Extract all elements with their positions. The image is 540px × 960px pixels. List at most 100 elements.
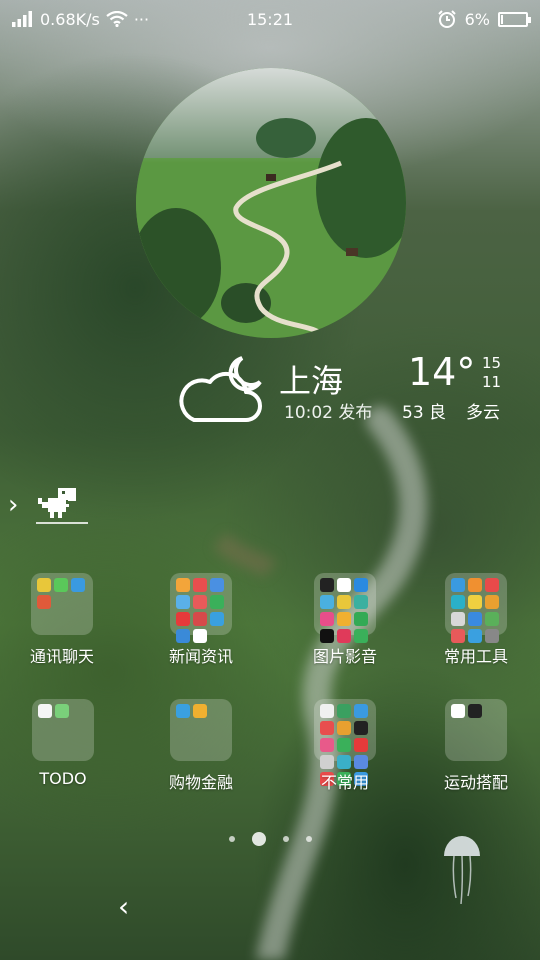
app-mini-icon (193, 595, 207, 609)
battery-percent: 6% (464, 9, 490, 29)
folder-icon-grid (445, 573, 507, 643)
folder-label: TODO (39, 769, 87, 788)
app-mini-icon (320, 721, 334, 735)
page-dot[interactable] (282, 836, 289, 842)
app-mini-icon (468, 578, 482, 592)
app-mini-icon (320, 704, 334, 718)
page-dot[interactable] (251, 832, 266, 846)
app-mini-icon (354, 721, 368, 735)
app-mini-icon (354, 755, 368, 769)
app-mini-icon (176, 612, 190, 626)
folder-media[interactable]: 图片影音 (280, 573, 410, 673)
temp-low: 11 (482, 373, 502, 391)
status-bar: 0.68K/s ··· 15:21 6% (0, 0, 540, 38)
folder-icon-grid (170, 699, 232, 761)
app-mini-icon (54, 578, 68, 592)
app-mini-icon (354, 738, 368, 752)
app-mini-icon (451, 704, 465, 718)
app-mini-icon (320, 629, 334, 643)
app-mini-icon (210, 612, 224, 626)
folder-label: 通讯聊天 (29, 647, 94, 666)
battery-icon (498, 11, 531, 27)
folder-label: 图片影音 (312, 647, 377, 666)
app-mini-icon (337, 738, 351, 752)
app-mini-icon (451, 612, 465, 626)
folder-todo[interactable]: TODO (0, 699, 128, 799)
page-dot[interactable] (305, 836, 312, 842)
folder-sports[interactable]: 运动搭配 (411, 699, 540, 799)
folder-icon-grid (32, 699, 94, 761)
folder-icon-grid (314, 573, 376, 643)
weather-publish-time: 10:02 发布 (284, 403, 373, 423)
app-mini-icon (451, 595, 465, 609)
wifi-icon (106, 11, 128, 27)
folder-icon-grid (445, 699, 507, 761)
dino-icon[interactable] (36, 484, 88, 526)
app-mini-icon (451, 578, 465, 592)
app-mini-icon (37, 595, 51, 609)
folder-label: 购物金融 (168, 773, 233, 792)
app-mini-icon (354, 704, 368, 718)
app-mini-icon (320, 595, 334, 609)
app-mini-icon (468, 629, 482, 643)
weather-temp-range: 15 11 (482, 354, 501, 392)
alarm-icon (437, 10, 456, 28)
folder-news[interactable]: 新闻资讯 (136, 573, 266, 673)
app-mini-icon (485, 612, 499, 626)
folder-rarely-used[interactable]: 不常用 (280, 699, 410, 799)
app-mini-icon (337, 704, 351, 718)
folder-label: 常用工具 (443, 647, 508, 666)
app-mini-icon (55, 704, 69, 718)
chevron-right-icon[interactable]: › (8, 490, 18, 520)
app-mini-icon (337, 612, 351, 626)
app-mini-icon (176, 578, 190, 592)
folder-shopping[interactable]: 购物金融 (136, 699, 266, 799)
app-mini-icon (354, 612, 368, 626)
app-mini-icon (193, 629, 207, 643)
cloud-moon-icon (179, 356, 262, 422)
app-mini-icon (193, 612, 207, 626)
folder-tools[interactable]: 常用工具 (411, 573, 540, 673)
signal-icon (12, 11, 32, 27)
folder-label: 不常用 (320, 773, 369, 792)
app-mini-icon (37, 578, 51, 592)
weather-condition: 多云 (466, 403, 500, 423)
app-mini-icon (337, 578, 351, 592)
temp-high: 15 (482, 354, 502, 372)
app-mini-icon (468, 704, 482, 718)
weather-city[interactable]: 上海 (279, 356, 343, 402)
app-mini-icon (176, 595, 190, 609)
weather-temperature[interactable]: 14° (408, 350, 475, 394)
app-mini-icon (451, 629, 465, 643)
app-mini-icon (193, 704, 207, 718)
folder-icon-grid (170, 573, 232, 643)
folder-label: 新闻资讯 (168, 647, 233, 666)
app-mini-icon (320, 612, 334, 626)
app-mini-icon (71, 578, 85, 592)
photo-widget[interactable] (136, 68, 406, 338)
app-mini-icon (320, 755, 334, 769)
app-mini-icon (485, 629, 499, 643)
app-mini-icon (176, 704, 190, 718)
more-notifications: ··· (133, 9, 150, 29)
app-mini-icon (337, 755, 351, 769)
folder-chat[interactable]: 通讯聊天 (0, 573, 127, 673)
folder-icon-grid (31, 573, 93, 635)
battery-level (501, 14, 503, 24)
app-mini-icon (485, 595, 499, 609)
app-mini-icon (337, 721, 351, 735)
app-mini-icon (354, 595, 368, 609)
landscape-photo (136, 68, 406, 338)
app-mini-icon (354, 629, 368, 643)
app-mini-icon (485, 578, 499, 592)
app-mini-icon (468, 612, 482, 626)
app-mini-icon (468, 595, 482, 609)
app-mini-icon (38, 704, 52, 718)
app-mini-icon (210, 595, 224, 609)
weather-aqi: 53 良 (402, 403, 447, 423)
app-mini-icon (337, 629, 351, 643)
chevron-left-icon[interactable]: ‹ (118, 890, 129, 923)
jellyfish-icon[interactable] (442, 832, 482, 904)
page-dot[interactable] (228, 836, 235, 842)
app-mini-icon (320, 578, 334, 592)
